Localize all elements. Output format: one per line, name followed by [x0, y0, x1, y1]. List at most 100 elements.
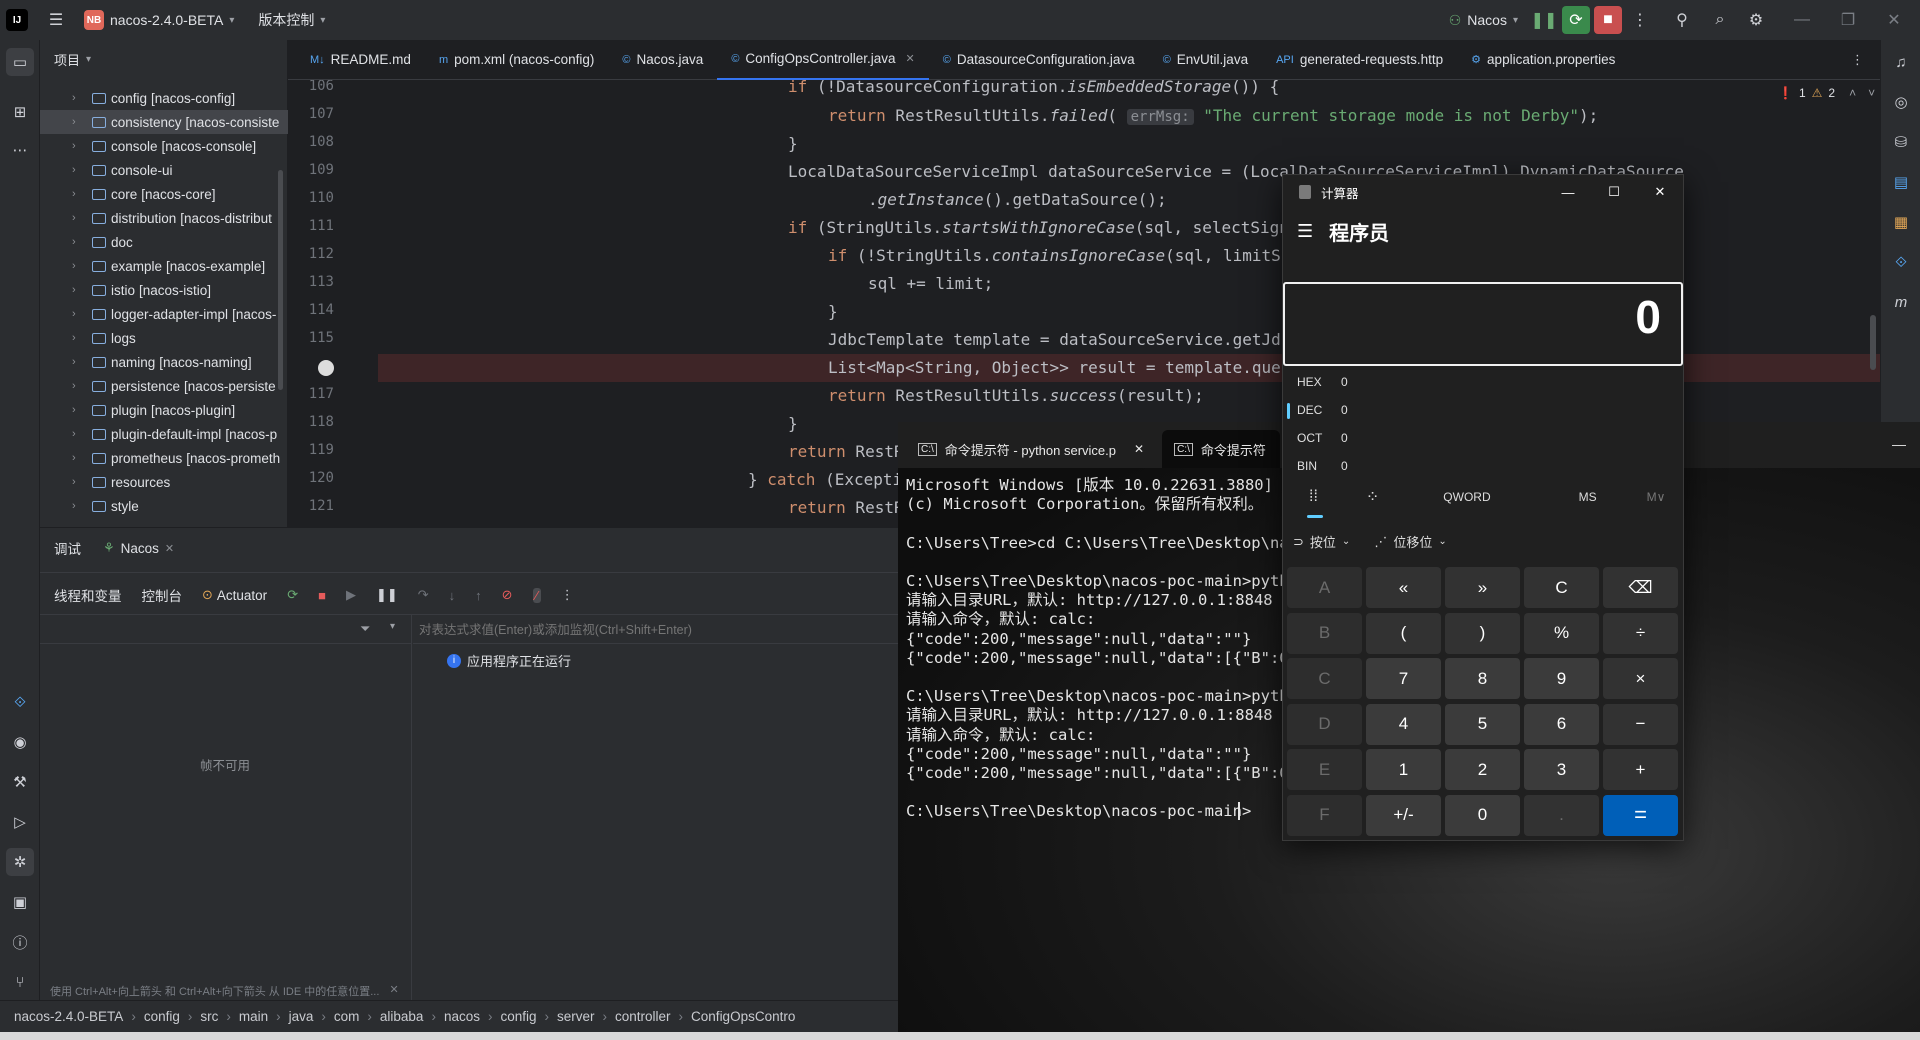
shift-right-key[interactable]: »	[1445, 567, 1520, 608]
tree-item-naming[interactable]: › naming [nacos-naming]	[40, 350, 288, 374]
breadcrumb-item[interactable]: java	[289, 1009, 314, 1024]
editor-tab-datasourceconfiguration-java[interactable]: © DatasourceConfiguration.java	[929, 40, 1149, 80]
problems-indicator[interactable]: ❗ 1 ⚠ 2 ˄ ˅	[1778, 86, 1875, 100]
digit-9-key[interactable]: 9	[1524, 658, 1599, 699]
close-window-icon[interactable]: ✕	[1880, 6, 1908, 34]
base-row-hex[interactable]: HEX 0	[1297, 375, 1348, 389]
step-over-icon[interactable]: ↷	[418, 587, 429, 603]
open-paren-key[interactable]: (	[1366, 612, 1441, 654]
terminal-tab-cmd[interactable]: C:\ 命令提示符	[1162, 430, 1281, 468]
editor-tab-pom-xml[interactable]: m pom.xml (nacos-config)	[425, 40, 608, 80]
close-icon[interactable]: ✕	[1134, 442, 1144, 456]
tree-item-istio[interactable]: › istio [nacos-istio]	[40, 278, 288, 302]
stop-debug-icon[interactable]: ■	[318, 588, 326, 603]
tree-item-plugin-default-impl[interactable]: › plugin-default-impl [nacos-p	[40, 422, 288, 446]
chevron-right-icon[interactable]: ›	[72, 140, 88, 152]
chevron-right-icon[interactable]: ›	[72, 116, 88, 128]
more-actions-icon[interactable]: ⋮	[1626, 6, 1654, 34]
console-tab[interactable]: 控制台	[142, 585, 183, 605]
notifications-bell-icon[interactable]: ♫	[1887, 48, 1915, 76]
breakpoint-icon[interactable]	[318, 360, 334, 376]
close-window-icon[interactable]: ✕	[1637, 184, 1683, 200]
chevron-up-icon[interactable]: ˄	[1849, 86, 1856, 100]
minimize-window-icon[interactable]: —	[1788, 6, 1816, 34]
chevron-right-icon[interactable]: ›	[72, 380, 88, 392]
base-row-dec[interactable]: DEC 0	[1297, 403, 1348, 417]
digit-7-key[interactable]: 7	[1366, 658, 1441, 699]
restore-window-icon[interactable]: ❐	[1834, 6, 1862, 34]
digit-6-key[interactable]: 6	[1524, 703, 1599, 745]
share-icon[interactable]: ⟐	[1887, 248, 1915, 276]
negate-key[interactable]: +/-	[1366, 794, 1441, 836]
view-breakpoints-icon[interactable]: ⊘	[502, 587, 513, 603]
settings-gear-icon[interactable]: ⚙	[1742, 6, 1770, 34]
digit-4-key[interactable]: 4	[1366, 703, 1441, 745]
search-icon[interactable]: ⌕	[1706, 6, 1734, 34]
chevron-right-icon[interactable]: ›	[72, 500, 88, 512]
pause-icon[interactable]: ❚❚	[376, 587, 398, 603]
memory-store-button[interactable]: MS	[1579, 490, 1597, 504]
resume-icon[interactable]: ▶	[346, 587, 356, 603]
subtract-key[interactable]: −	[1603, 703, 1678, 745]
digit-0-key[interactable]: 0	[1445, 794, 1520, 836]
divide-key[interactable]: ÷	[1603, 612, 1678, 654]
structure-icon[interactable]: ⊞	[6, 98, 34, 126]
more-tools-icon[interactable]: ⋯	[6, 136, 34, 164]
full-keypad-icon[interactable]: ⁞⁞	[1309, 488, 1318, 506]
bitshift-dropdown[interactable]: ⋰ 位移位 ⌄	[1374, 532, 1446, 551]
tree-item-example[interactable]: › example [nacos-example]	[40, 254, 288, 278]
hex-d-key[interactable]: D	[1287, 703, 1362, 745]
tree-item-console-ui[interactable]: › console-ui	[40, 158, 288, 182]
tree-item-distribution[interactable]: › distribution [nacos-distribut	[40, 206, 288, 230]
minimize-window-icon[interactable]: —	[1892, 436, 1906, 452]
breadcrumb-item[interactable]: config	[144, 1009, 180, 1024]
hex-f-key[interactable]: F	[1287, 794, 1362, 836]
project-switcher[interactable]: NB nacos-2.4.0-BETA ▾	[84, 10, 234, 30]
chevron-right-icon[interactable]: ›	[72, 308, 88, 320]
terminal-icon[interactable]: ▣	[6, 888, 34, 916]
build-hammer-icon[interactable]: ⚒	[6, 768, 34, 796]
minimize-window-icon[interactable]: —	[1545, 185, 1591, 200]
editor-tab-application-properties[interactable]: ⚙ application.properties	[1457, 40, 1629, 80]
tree-item-plugin[interactable]: › plugin [nacos-plugin]	[40, 398, 288, 422]
document-icon[interactable]: ▤	[1887, 168, 1915, 196]
terminal-tab-python[interactable]: C:\ 命令提示符 - python service.p ✕	[906, 430, 1156, 468]
chevron-down-icon[interactable]: ▾	[390, 621, 395, 632]
chevron-right-icon[interactable]: ›	[72, 164, 88, 176]
project-folder-icon[interactable]: ▭	[6, 48, 34, 76]
evaluate-expression-input[interactable]	[419, 619, 889, 641]
chevron-right-icon[interactable]: ›	[72, 452, 88, 464]
rerun-debug-icon[interactable]: ⟳	[287, 587, 298, 603]
chevron-right-icon[interactable]: ›	[72, 332, 88, 344]
decimal-key[interactable]: .	[1524, 794, 1599, 836]
stop-icon[interactable]: ■	[1594, 6, 1622, 34]
hex-e-key[interactable]: E	[1287, 749, 1362, 790]
clear-key[interactable]: C	[1524, 567, 1599, 608]
bitwise-dropdown[interactable]: ⊃ 按位 ⌄	[1293, 532, 1350, 551]
hamburger-menu-icon[interactable]: ☰	[1297, 221, 1313, 242]
step-out-icon[interactable]: ↑	[475, 588, 482, 603]
run-play-icon[interactable]: ▷	[6, 808, 34, 836]
problems-icon[interactable]: ⓘ	[6, 928, 34, 956]
debug-tab[interactable]: 调试	[54, 538, 81, 558]
breadcrumb-item[interactable]: server	[557, 1009, 595, 1024]
digit-5-key[interactable]: 5	[1445, 703, 1520, 745]
services-icon[interactable]: ⟐	[6, 688, 34, 716]
step-into-icon[interactable]: ↓	[449, 588, 456, 603]
rerun-icon[interactable]: ⟳	[1562, 6, 1590, 34]
tree-scrollbar[interactable]	[278, 170, 283, 390]
close-icon[interactable]: ✕	[165, 542, 174, 555]
maven-icon[interactable]: m	[1887, 288, 1915, 316]
run-config-selector[interactable]: ⚇ Nacos ▾	[1449, 12, 1518, 29]
project-panel-header[interactable]: 项目 ▾	[40, 40, 287, 78]
hex-a-key[interactable]: A	[1287, 567, 1362, 608]
breadcrumb-item[interactable]: config	[500, 1009, 536, 1024]
chevron-right-icon[interactable]: ›	[72, 236, 88, 248]
chevron-right-icon[interactable]: ›	[72, 212, 88, 224]
editor-tab-nacos-java[interactable]: © Nacos.java	[608, 40, 717, 80]
filter-icon[interactable]: ⏷	[360, 621, 370, 637]
vcs-menu[interactable]: 版本控制 ▾	[258, 10, 325, 30]
breadcrumb-item[interactable]: controller	[615, 1009, 671, 1024]
hex-b-key[interactable]: B	[1287, 612, 1362, 654]
breadcrumb-item[interactable]: alibaba	[380, 1009, 424, 1024]
